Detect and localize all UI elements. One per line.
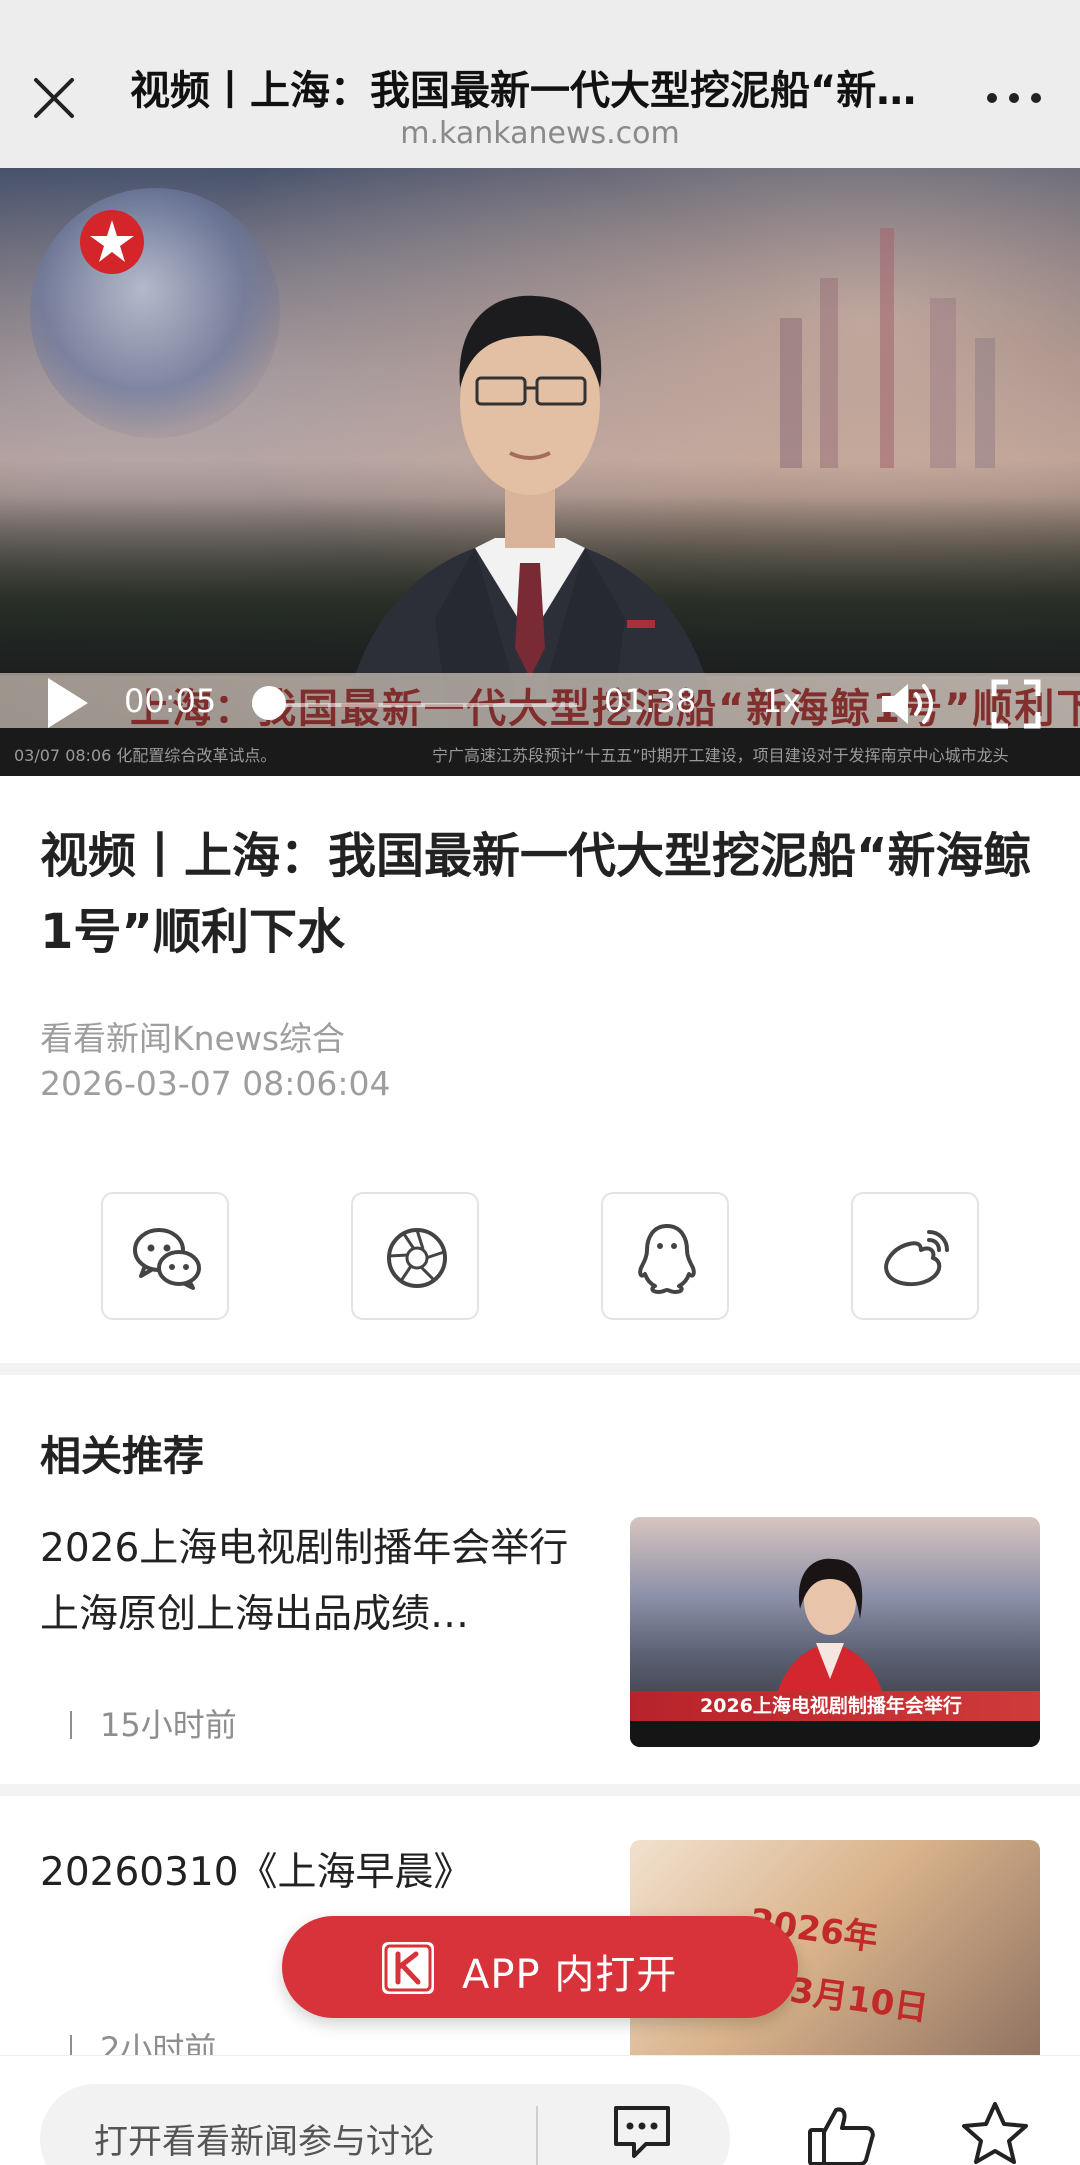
- bottom-action-bar: 打开看看新闻参与讨论: [0, 2055, 1080, 2165]
- item-divider: [0, 1784, 1080, 1796]
- app-logo-icon: [382, 1942, 434, 1994]
- browser-top-bar: 视频丨上海：我国最新一代大型挖泥船“新海鲸1号”顺利下水 m.kankanews…: [0, 0, 1080, 168]
- moments-icon: [387, 1228, 447, 1288]
- meta-divider: [70, 1711, 72, 1739]
- related-item-time: 15小时前: [100, 1706, 237, 1744]
- ticker-right: 宁广高速江苏段预计“十五五”时期开工建设，项目建设对于发挥南京中心城市龙头: [432, 746, 1009, 765]
- close-icon[interactable]: [28, 72, 80, 124]
- open-in-app-label: APP 内打开: [462, 1952, 678, 1998]
- comment-input-box[interactable]: 打开看看新闻参与讨论: [40, 2084, 730, 2165]
- related-item-title[interactable]: 20260310《上海早晨》: [40, 1840, 600, 1906]
- related-item-title[interactable]: 2026上海电视剧制播年会举行 上海原创上海出品成绩…: [40, 1516, 600, 1648]
- video-controls: 00:05 01:38 1x: [0, 668, 1080, 736]
- share-moments-button[interactable]: [351, 1192, 479, 1320]
- skyline-graphic: [780, 228, 995, 468]
- article-date: 2026-03-07 08:06:04: [40, 1064, 391, 1103]
- fullscreen-icon[interactable]: [990, 678, 1042, 730]
- more-menu-icon[interactable]: [982, 86, 1046, 110]
- playback-speed-button[interactable]: 1x: [762, 682, 801, 720]
- related-item-meta: 15小时前: [40, 1700, 237, 1746]
- thumbnail-caption: 2026上海电视剧制播年会举行: [700, 1695, 962, 1717]
- page-title: 视频丨上海：我国最新一代大型挖泥船“新海鲸1号”顺利下水: [130, 68, 950, 114]
- star-icon[interactable]: [960, 2100, 1030, 2165]
- wechat-icon: [133, 1228, 201, 1290]
- input-divider: [536, 2106, 538, 2165]
- thumbnail-date: 3月10日: [787, 1970, 931, 2030]
- progress-track[interactable]: [252, 703, 577, 707]
- share-qq-button[interactable]: [601, 1192, 729, 1320]
- article-headline: 视频丨上海：我国最新一代大型挖泥船“新海鲸1号”顺利下水: [40, 828, 1032, 960]
- play-icon[interactable]: [44, 676, 90, 730]
- current-time: 00:05: [124, 682, 217, 720]
- channel-logo-icon: [80, 210, 144, 274]
- share-weibo-button[interactable]: [851, 1192, 979, 1320]
- open-in-app-button[interactable]: APP 内打开: [282, 1916, 798, 2018]
- qq-icon: [638, 1224, 696, 1294]
- article-source: 看看新闻Knews综合: [40, 1019, 346, 1058]
- thumbnail-ticker: [630, 1721, 1040, 1747]
- ticker-left: 03/07 08:06 化配置综合改革试点。: [14, 746, 277, 765]
- page-domain: m.kankanews.com: [400, 116, 680, 151]
- weibo-icon: [884, 1230, 949, 1287]
- thumbs-up-icon[interactable]: [806, 2104, 876, 2165]
- video-player[interactable]: 上海：我国最新一代大型挖泥船“新海鲸1号”顺利下水 03/07 08:06 化配…: [0, 168, 1080, 776]
- section-divider: [0, 1363, 1080, 1375]
- duration: 01:38: [604, 682, 697, 720]
- volume-icon[interactable]: [880, 680, 940, 728]
- share-wechat-button[interactable]: [101, 1192, 229, 1320]
- comment-input-placeholder: 打开看看新闻参与讨论: [94, 2122, 434, 2162]
- progress-handle[interactable]: [251, 686, 286, 720]
- studio-globe-graphic: [30, 188, 280, 438]
- related-section-title: 相关推荐: [40, 1432, 204, 1480]
- comment-icon[interactable]: [610, 2102, 674, 2162]
- related-item-thumbnail[interactable]: 2026上海电视剧制播年会举行: [630, 1517, 1040, 1747]
